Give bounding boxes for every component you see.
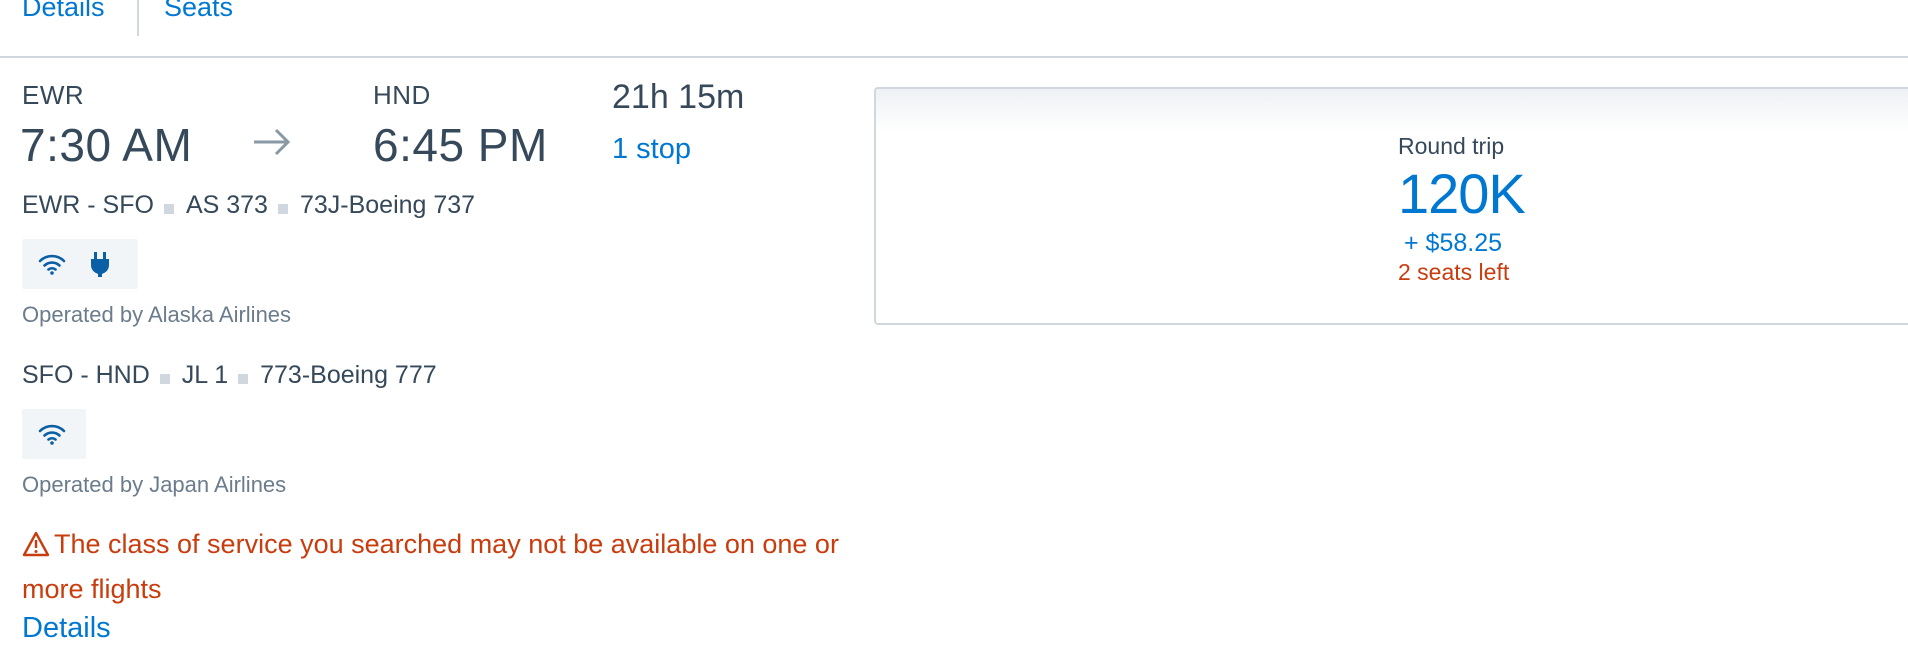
details-link[interactable]: Details <box>22 612 111 645</box>
trip-duration: 21h 15m <box>612 78 745 116</box>
tab-details[interactable]: Details <box>22 0 105 23</box>
segment-1-info: EWR - SFO AS 373 73J-Boeing 737 <box>22 191 475 220</box>
flight-result-page: Details Seats EWR 7:30 AM HND 6:45 PM 21… <box>0 0 1908 662</box>
origin-code: EWR <box>22 80 85 110</box>
tab-seats[interactable]: Seats <box>164 0 233 23</box>
segment-route: EWR - SFO <box>22 191 154 219</box>
segment-2-operator: Operated by Japan Airlines <box>22 472 287 497</box>
fare-miles: 120K <box>1398 162 1526 225</box>
segment-1-operator: Operated by Alaska Airlines <box>22 302 292 327</box>
destination-code: HND <box>373 80 431 110</box>
separator-square <box>277 203 288 214</box>
wifi-icon <box>34 416 70 452</box>
fare-taxes: + $58.25 <box>1404 229 1503 257</box>
separator-square <box>163 203 174 214</box>
segment-flight-number: AS 373 <box>185 191 268 219</box>
class-of-service-warning: The class of service you searched may no… <box>22 522 862 612</box>
segment-1-amenities <box>22 239 138 289</box>
tab-bar: Details Seats <box>0 0 1908 58</box>
power-outlet-icon <box>82 246 118 282</box>
segment-aircraft: 73J-Boeing 737 <box>299 191 476 219</box>
separator-square <box>238 373 249 384</box>
fare-type-label: Round trip <box>1398 133 1505 159</box>
segment-route: SFO - HND <box>22 361 150 389</box>
arrow-right-icon <box>254 128 291 156</box>
arrival-time: 6:45 PM <box>373 119 548 171</box>
segment-aircraft: 773-Boeing 777 <box>260 361 437 389</box>
fare-option-card[interactable]: Round trip 120K + $58.25 2 seats left <box>874 87 1908 325</box>
tab-divider <box>137 0 139 36</box>
wifi-icon <box>34 246 70 282</box>
segment-2-amenities <box>22 409 86 459</box>
separator-square <box>159 373 170 384</box>
segment-flight-number: JL 1 <box>181 361 229 389</box>
stops-link[interactable]: 1 stop <box>612 133 691 166</box>
segment-2-info: SFO - HND JL 1 773-Boeing 777 <box>22 361 437 390</box>
warning-text: The class of service you searched may no… <box>22 529 839 604</box>
seats-left-badge: 2 seats left <box>1398 259 1510 285</box>
departure-time: 7:30 AM <box>20 119 193 171</box>
warning-triangle-icon <box>22 531 50 557</box>
